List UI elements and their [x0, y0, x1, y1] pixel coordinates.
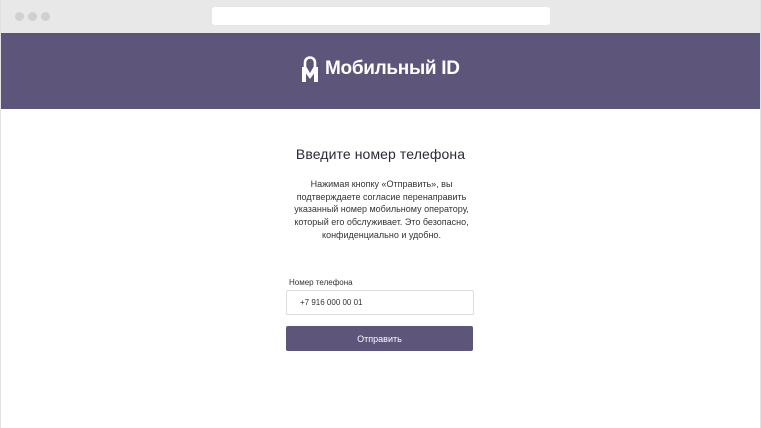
consent-description: Нажимая кнопку «Отправить», вы подтвержд… — [294, 179, 469, 240]
phone-form-section: Введите номер телефона Нажимая кнопку «О… — [1, 109, 760, 428]
window-minimize-dot[interactable] — [28, 12, 37, 21]
logo[interactable]: Мобильный ID — [301, 55, 460, 83]
window-maximize-dot[interactable] — [41, 12, 50, 21]
page-title: Введите номер телефона — [295, 146, 466, 162]
submit-button[interactable]: Отправить — [286, 326, 473, 351]
browser-toolbar — [1, 0, 760, 33]
address-bar[interactable] — [212, 7, 550, 25]
browser-window: Мобильный ID Введите номер телефона Нажи… — [0, 0, 761, 428]
site-header: Мобильный ID — [1, 33, 760, 109]
logo-text: Мобильный ID — [325, 58, 460, 79]
window-close-dot[interactable] — [15, 12, 24, 21]
phone-input[interactable] — [286, 290, 474, 315]
phone-field-label: Номер телефона — [289, 278, 353, 287]
lock-logo-icon — [302, 56, 318, 82]
